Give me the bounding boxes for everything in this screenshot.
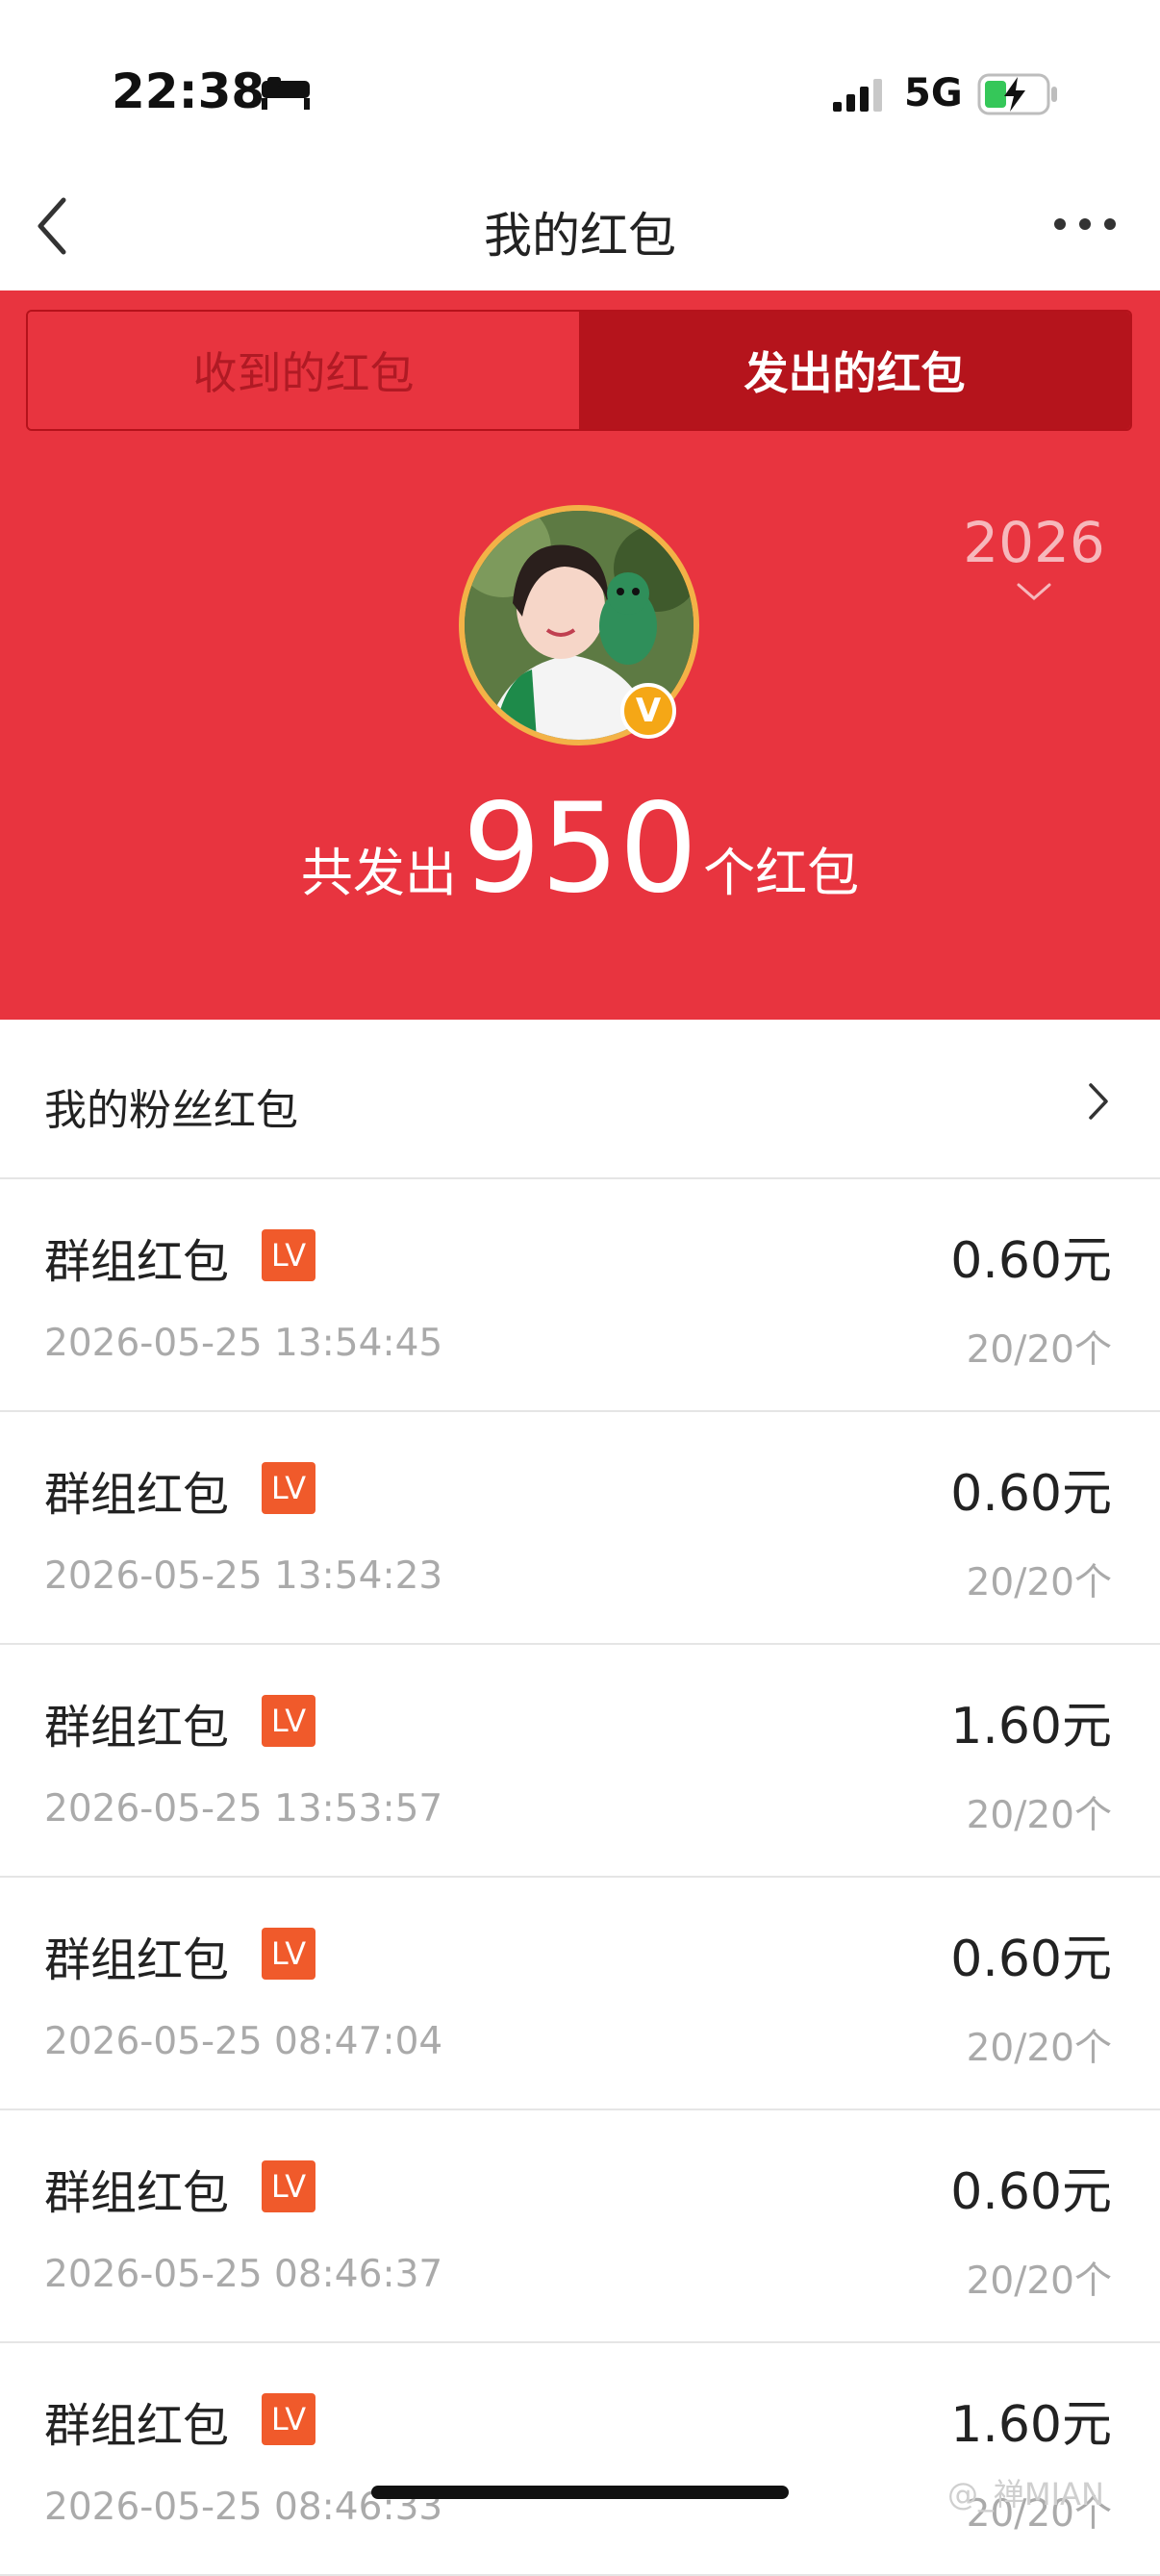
sent-summary-suffix: 个红包	[703, 843, 860, 903]
tab-sent[interactable]: 发出的红包	[579, 312, 1130, 429]
red-packet-list: 群组红包 LV 2026-05-25 13:54:45 0.60元 20/20个…	[0, 1179, 1160, 2576]
list-item[interactable]: 群组红包 LV 2026-05-25 13:54:23 0.60元 20/20个	[0, 1412, 1160, 1645]
page-title: 我的红包	[484, 208, 676, 264]
chevron-down-icon	[1017, 583, 1051, 600]
status-bar: 22:38 5G	[0, 0, 1160, 183]
lv-badge-icon: LV	[262, 1462, 315, 1514]
record-count: 20/20个	[966, 1561, 1112, 1604]
record-count: 20/20个	[966, 2260, 1112, 2303]
year-selector[interactable]: 2026	[952, 510, 1116, 604]
fan-red-packet-row[interactable]: 我的粉丝红包	[0, 1020, 1160, 1179]
verified-badge: V	[620, 683, 676, 739]
more-icon[interactable]	[1052, 210, 1118, 239]
signal-icon	[833, 79, 882, 112]
chevron-right-icon	[1089, 1083, 1108, 1120]
record-title: 群组红包	[44, 1933, 230, 1987]
tab-bar: 收到的红包 发出的红包	[26, 310, 1132, 431]
record-amount: 1.60元	[950, 2396, 1112, 2454]
sent-summary-prefix: 共发出	[300, 843, 457, 903]
lv-badge-icon: LV	[262, 1928, 315, 1980]
list-item[interactable]: 群组红包 LV 2026-05-25 13:53:57 1.60元 20/20个	[0, 1645, 1160, 1878]
lv-badge-icon: LV	[262, 1695, 315, 1747]
record-title: 群组红包	[44, 1235, 230, 1289]
fan-red-packet-label: 我的粉丝红包	[44, 1086, 298, 1135]
record-time: 2026-05-25 08:47:04	[44, 2020, 443, 2063]
home-indicator[interactable]	[371, 2486, 789, 2499]
sent-count: 950	[462, 777, 698, 921]
list-item[interactable]: 群组红包 LV 2026-05-25 08:46:33 1.60元 20/20个	[0, 2343, 1160, 2576]
record-title: 群组红包	[44, 2166, 230, 2220]
record-title: 群组红包	[44, 2399, 230, 2453]
record-amount: 0.60元	[950, 1465, 1112, 1523]
list-item[interactable]: 群组红包 LV 2026-05-25 08:47:04 0.60元 20/20个	[0, 1878, 1160, 2110]
year-label: 2026	[963, 510, 1105, 575]
list-item[interactable]: 群组红包 LV 2026-05-25 13:54:45 0.60元 20/20个	[0, 1179, 1160, 1412]
status-time: 22:38	[112, 63, 265, 119]
lv-badge-icon: LV	[262, 2160, 315, 2212]
record-time: 2026-05-25 08:46:37	[44, 2253, 443, 2296]
record-count: 20/20个	[966, 1794, 1112, 1837]
watermark: @_禅MIAN	[947, 2476, 1104, 2513]
record-time: 2026-05-25 13:53:57	[44, 1787, 443, 1831]
record-count: 20/20个	[966, 1328, 1112, 1372]
record-title: 群组红包	[44, 1468, 230, 1522]
record-title: 群组红包	[44, 1701, 230, 1755]
record-amount: 0.60元	[950, 1232, 1112, 1290]
network-label: 5G	[904, 71, 963, 115]
list-item[interactable]: 群组红包 LV 2026-05-25 08:46:37 0.60元 20/20个	[0, 2110, 1160, 2343]
battery-charging-icon	[977, 73, 1057, 115]
bed-icon	[262, 77, 310, 110]
record-count: 20/20个	[966, 2027, 1112, 2070]
sent-summary: 共发出950 个红包	[0, 777, 1160, 921]
record-amount: 0.60元	[950, 2163, 1112, 2221]
tab-received[interactable]: 收到的红包	[28, 312, 579, 429]
lv-badge-icon: LV	[262, 2393, 315, 2445]
lv-badge-icon: LV	[262, 1229, 315, 1281]
record-amount: 0.60元	[950, 1931, 1112, 1988]
record-time: 2026-05-25 13:54:23	[44, 1554, 443, 1598]
record-time: 2026-05-25 13:54:45	[44, 1322, 443, 1365]
record-amount: 1.60元	[950, 1698, 1112, 1755]
